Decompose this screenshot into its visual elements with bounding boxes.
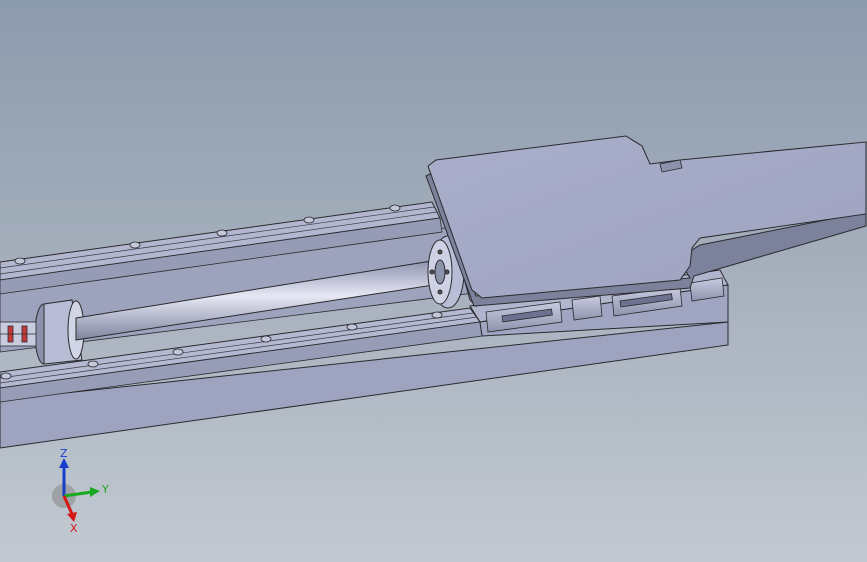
z-axis-label: Z <box>60 447 68 460</box>
x-axis-label: X <box>70 522 78 535</box>
y-axis-label: Y <box>101 483 109 496</box>
x-axis-head <box>67 512 77 522</box>
carriage-plate <box>427 135 867 299</box>
shaft-coupling <box>0 321 37 347</box>
3d-model-view[interactable] <box>0 0 867 562</box>
graphics-viewport[interactable]: Z Y X <box>0 0 867 562</box>
y-axis-head <box>90 487 100 497</box>
reference-triad: Z Y X <box>52 447 109 535</box>
